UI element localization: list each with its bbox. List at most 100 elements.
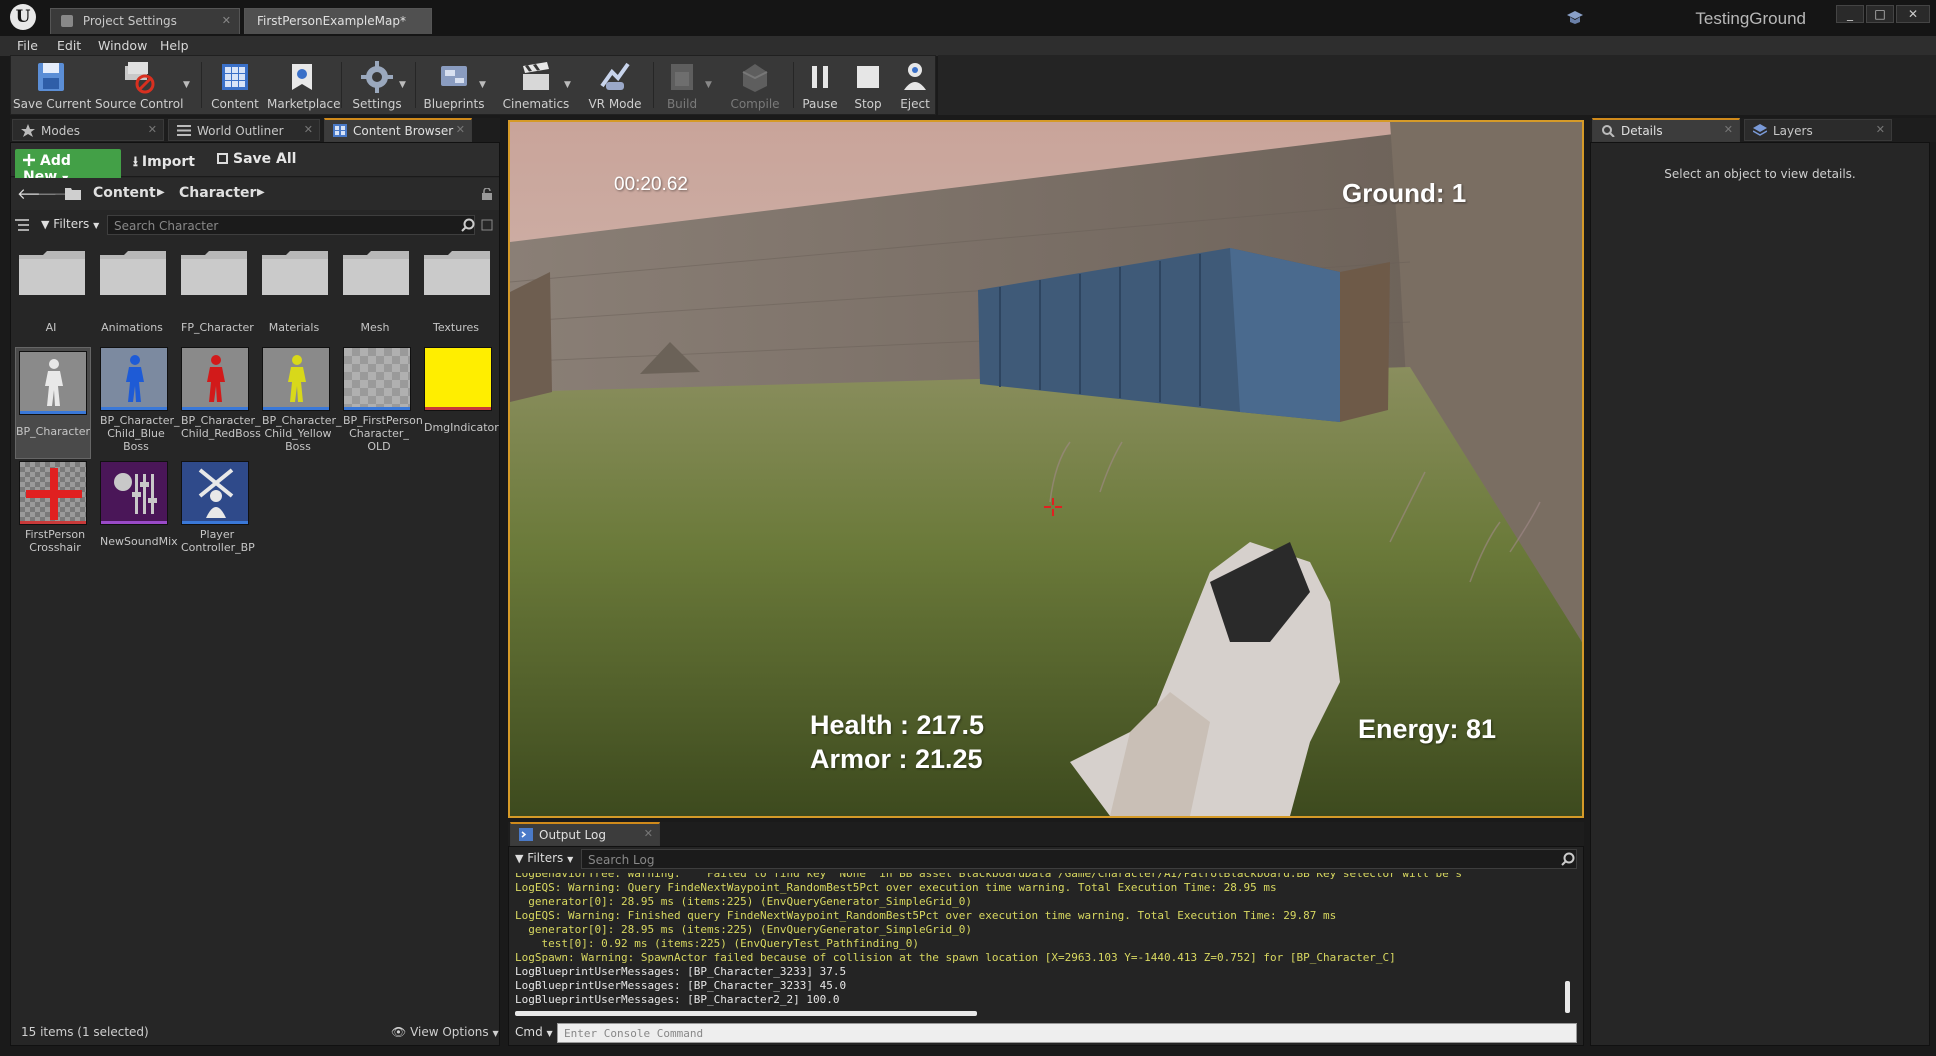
filters-button[interactable]: ▼ Filters ▼ bbox=[41, 217, 99, 231]
lock-icon[interactable] bbox=[481, 188, 493, 200]
marketplace-button[interactable]: Marketplace bbox=[267, 56, 341, 114]
eject-icon bbox=[904, 63, 926, 90]
left-tab-well: Modes ✕ World Outliner ✕ Content Browser… bbox=[10, 118, 500, 142]
asset-newsoundmix[interactable]: NewSoundMix bbox=[100, 461, 178, 548]
tab-label: Project Settings bbox=[82, 14, 177, 28]
tab-modes[interactable]: Modes ✕ bbox=[12, 119, 164, 141]
vr-mode-icon bbox=[600, 62, 630, 90]
asset-player-controller-bp[interactable]: Player Controller_BP bbox=[181, 461, 255, 554]
close-icon[interactable]: ✕ bbox=[1724, 123, 1733, 136]
close-icon[interactable]: ✕ bbox=[304, 123, 313, 136]
compile-button[interactable]: Compile bbox=[721, 56, 789, 114]
folder-mesh[interactable]: Mesh bbox=[343, 251, 409, 334]
folder-ai[interactable]: AI bbox=[19, 251, 85, 334]
mannequin-icon bbox=[126, 355, 144, 402]
content-icon bbox=[222, 64, 248, 90]
menu-help[interactable]: Help bbox=[160, 36, 189, 56]
save-current-button[interactable]: Save Current bbox=[13, 56, 91, 114]
layers-icon bbox=[1753, 124, 1767, 136]
chevron-down-icon[interactable]: ▼ bbox=[399, 80, 409, 90]
add-icon bbox=[23, 154, 35, 166]
folder-animations[interactable]: Animations bbox=[100, 251, 166, 334]
close-icon[interactable]: ✕ bbox=[1876, 123, 1885, 136]
asset-bp-firstperson-character-old[interactable]: BP_FirstPerson Character_ OLD bbox=[343, 347, 423, 453]
soundmix-thumbnail bbox=[100, 461, 168, 525]
log-line: LogBlueprintUserMessages: [BP_Character_… bbox=[515, 965, 847, 978]
menu-file[interactable]: File bbox=[17, 36, 38, 56]
toolbar-empty-area bbox=[938, 55, 1936, 115]
cmd-selector[interactable]: Cmd ▼ bbox=[515, 1025, 553, 1039]
bp-character-thumbnail bbox=[19, 351, 87, 415]
chevron-down-icon: ▼ bbox=[492, 1029, 499, 1038]
search-log-input[interactable]: Search Log bbox=[581, 849, 1577, 869]
log-filters-button[interactable]: ▼ Filters ▼ bbox=[515, 851, 573, 865]
tab-project-settings[interactable]: Project Settings ✕ bbox=[50, 8, 240, 34]
tab-details[interactable]: Details ✕ bbox=[1592, 118, 1740, 142]
save-search-icon[interactable] bbox=[481, 219, 493, 231]
cb-action-row: Add New▼ ⭳Import Save All bbox=[11, 143, 499, 189]
source-control-button[interactable]: Source Control bbox=[95, 56, 183, 114]
search-icon[interactable] bbox=[1561, 852, 1575, 866]
search-character-input[interactable]: Search Character bbox=[107, 215, 475, 235]
close-icon[interactable]: ✕ bbox=[222, 14, 231, 27]
close-icon[interactable]: ✕ bbox=[456, 123, 465, 136]
stop-button[interactable]: Stop bbox=[845, 56, 891, 114]
folder-textures[interactable]: Textures bbox=[424, 251, 490, 334]
log-line: test[0]: 0.92 ms (items:225) (EnvQueryTe… bbox=[515, 937, 919, 950]
asset-bp-character-child-blue-boss[interactable]: BP_Character_ Child_Blue Boss bbox=[100, 347, 180, 453]
save-all-button[interactable]: Save All bbox=[217, 151, 296, 167]
content-browser-icon bbox=[333, 124, 347, 137]
red-boss-thumbnail bbox=[181, 347, 249, 411]
tab-layers[interactable]: Layers ✕ bbox=[1744, 119, 1892, 141]
vr-mode-button[interactable]: VR Mode bbox=[581, 56, 649, 114]
hud-armor: Armor : 21.25 bbox=[810, 744, 983, 774]
build-button[interactable]: Build bbox=[657, 56, 707, 114]
folder-icon bbox=[65, 188, 81, 200]
search-icon[interactable] bbox=[461, 218, 475, 232]
chevron-right-icon[interactable]: ▶ bbox=[157, 187, 165, 198]
close-icon[interactable]: ✕ bbox=[644, 827, 653, 840]
pause-button[interactable]: Pause bbox=[797, 56, 843, 114]
tab-world-outliner[interactable]: World Outliner ✕ bbox=[168, 119, 320, 141]
asset-type-bar bbox=[182, 407, 248, 410]
chevron-down-icon[interactable]: ▼ bbox=[479, 80, 489, 90]
eject-button[interactable]: Eject bbox=[893, 56, 937, 114]
minimize-button[interactable]: _ bbox=[1836, 5, 1864, 23]
asset-firstperson-crosshair[interactable]: FirstPerson Crosshair bbox=[19, 461, 91, 554]
folder-fp-character[interactable]: FP_Character bbox=[181, 251, 254, 334]
asset-bp-character-child-yellow-boss[interactable]: BP_Character_ Child_Yellow Boss bbox=[262, 347, 342, 453]
chevron-right-icon[interactable]: ▶ bbox=[257, 187, 265, 198]
tab-content-browser[interactable]: Content Browser ✕ bbox=[324, 118, 472, 142]
chevron-down-icon[interactable]: ▼ bbox=[705, 80, 715, 90]
chevron-down-icon[interactable]: ▼ bbox=[564, 80, 574, 90]
game-viewport[interactable]: 00:20.62 Ground: 1 Health : 217.5 Armor … bbox=[508, 120, 1584, 818]
close-icon[interactable]: ✕ bbox=[148, 123, 157, 136]
asset-dmgindicator[interactable]: DmgIndicator bbox=[424, 347, 499, 434]
chevron-down-icon[interactable]: ▼ bbox=[183, 80, 193, 90]
view-options-button[interactable]: 👁 View Options ▼ bbox=[391, 1025, 499, 1039]
marketplace-icon bbox=[292, 64, 312, 90]
tab-output-log[interactable]: Output Log ✕ bbox=[510, 822, 660, 846]
tab-map[interactable]: FirstPersonExampleMap* bbox=[244, 8, 432, 34]
menu-window[interactable]: Window bbox=[98, 36, 147, 56]
menu-edit[interactable]: Edit bbox=[57, 36, 81, 56]
import-button[interactable]: ⭳ Import bbox=[133, 151, 195, 175]
close-window-button[interactable]: ✕ bbox=[1896, 5, 1930, 23]
folder-materials[interactable]: Materials bbox=[262, 251, 328, 334]
path-character[interactable]: Character bbox=[179, 185, 256, 201]
tab-label: Output Log bbox=[539, 828, 606, 842]
content-button[interactable]: Content bbox=[205, 56, 265, 114]
details-panel: Select an object to view details. bbox=[1590, 142, 1930, 1046]
maximize-button[interactable]: □ bbox=[1866, 5, 1894, 23]
cb-status-bar: 15 items (1 selected) 👁 View Options ▼ bbox=[11, 1017, 499, 1045]
mannequin-icon bbox=[288, 355, 306, 402]
vertical-scrollbar[interactable] bbox=[1565, 981, 1570, 1013]
console-command-input[interactable]: Enter Console Command bbox=[557, 1023, 1577, 1043]
crosshair-horizontal bbox=[26, 490, 82, 498]
unreal-logo-icon[interactable]: U bbox=[10, 4, 36, 30]
path-content[interactable]: Content bbox=[93, 185, 156, 201]
asset-bp-character-child-redboss[interactable]: BP_Character_ Child_RedBoss bbox=[181, 347, 261, 440]
horizontal-scrollbar[interactable] bbox=[515, 1011, 977, 1016]
asset-bp-character[interactable]: BP_Character bbox=[15, 347, 91, 459]
sources-toggle-icon[interactable] bbox=[15, 219, 29, 231]
